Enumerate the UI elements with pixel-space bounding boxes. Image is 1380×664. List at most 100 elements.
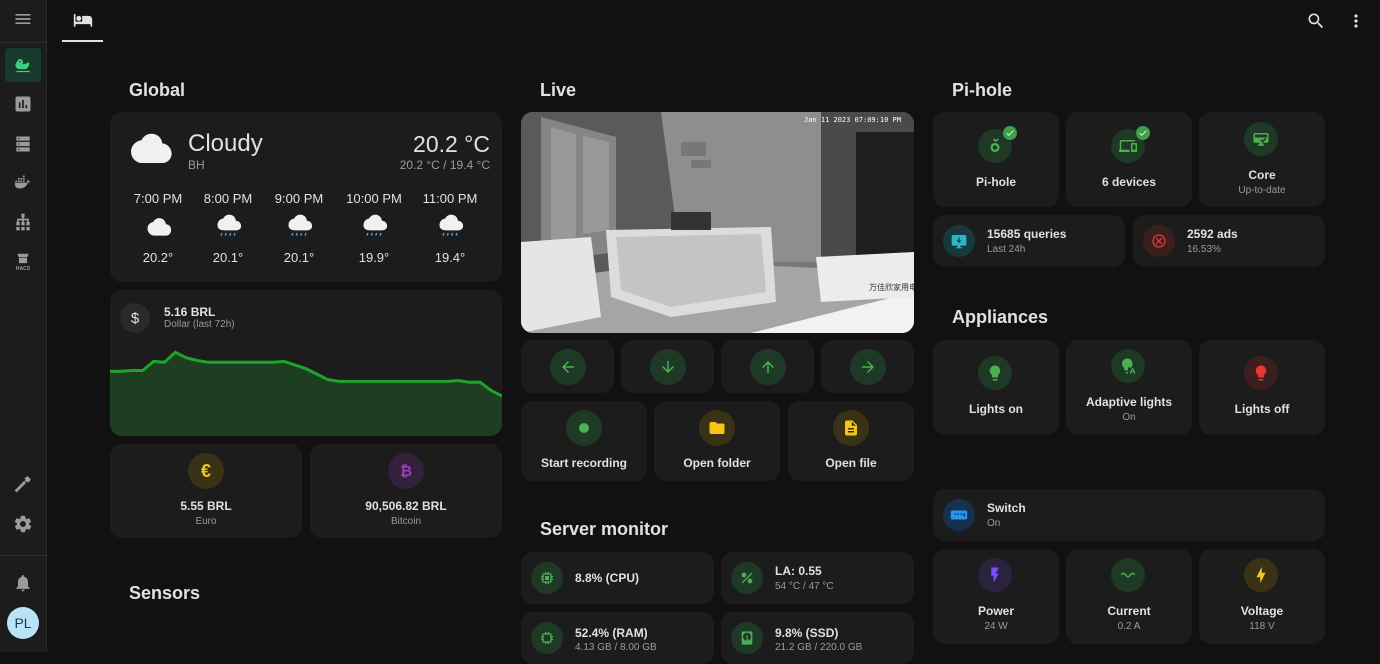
pihole-queries-row[interactable]: 15685 queries Last 24h	[933, 215, 1125, 267]
dollar-chart-area	[110, 352, 502, 436]
arrow-right-icon	[850, 349, 886, 385]
sidebar-item-hacs[interactable]: HACS	[5, 245, 41, 279]
switch-row[interactable]: Switch On	[933, 489, 1325, 541]
bitcoin-value: 90,506.82 BRL	[365, 499, 447, 513]
record-icon	[566, 410, 602, 446]
voltage-icon	[1244, 558, 1278, 592]
forecast-item: 9:00 PM 20.1°	[269, 191, 329, 265]
voltage-tile[interactable]: Voltage 118 V	[1199, 549, 1325, 644]
sidebar-item-dashboard[interactable]	[5, 48, 41, 82]
gear-icon	[14, 515, 32, 533]
avatar[interactable]: PL	[7, 607, 39, 639]
sidebar-divider	[0, 555, 46, 556]
camera-box-text: 万佳欣家用电	[869, 282, 914, 292]
forecast-temp: 19.4°	[434, 250, 466, 265]
dollar-chart	[110, 350, 502, 436]
check-icon	[1003, 126, 1017, 140]
forecast-time: 9:00 PM	[274, 191, 324, 206]
pihole-queries-label: 15685 queries	[987, 227, 1067, 241]
pan-left-button[interactable]	[521, 340, 614, 393]
pihole-ads-row[interactable]: 2592 ads 16.53%	[1133, 215, 1325, 267]
pihole-ads-sub: 16.53%	[1187, 244, 1221, 255]
tilt-down-button[interactable]	[621, 340, 714, 393]
sidebar-item-settings[interactable]	[5, 507, 41, 541]
bulb-off-icon	[1244, 356, 1278, 390]
start-recording-label: Start recording	[540, 456, 627, 470]
sidebar-item-server[interactable]	[5, 127, 41, 161]
more-button[interactable]	[1344, 9, 1368, 33]
euro-card[interactable]: € 5.55 BRL Euro	[110, 444, 302, 538]
pihole-core-tile[interactable]: Core Up-to-date	[1199, 112, 1325, 207]
power-value: 24 W	[984, 621, 1008, 632]
arrow-left-icon	[550, 349, 586, 385]
sidebar-divider	[0, 42, 46, 43]
bulb-on-icon	[978, 356, 1012, 390]
power-label: Power	[977, 604, 1014, 618]
ssd-row[interactable]: 9.8% (SSD) 21.2 GB / 220.0 GB	[721, 612, 914, 664]
switch-state: On	[987, 518, 1001, 529]
pihole-devices-tile[interactable]: 6 devices	[1066, 112, 1192, 207]
lights-on-button[interactable]: Lights on	[933, 340, 1059, 435]
forecast-temp: 20.1°	[212, 250, 244, 265]
memory-icon	[531, 622, 563, 654]
network-icon	[16, 213, 30, 231]
lights-off-button[interactable]: Lights off	[1199, 340, 1325, 435]
forecast-time: 7:00 PM	[133, 191, 183, 206]
cloud-icon	[131, 133, 172, 164]
adaptive-lights-label: Adaptive lights	[1085, 395, 1172, 409]
tab-bedroom[interactable]	[62, 0, 103, 42]
bitcoin-card[interactable]: ₿ 90,506.82 BRL Bitcoin	[310, 444, 502, 538]
menu-icon[interactable]	[5, 2, 41, 36]
euro-icon: €	[188, 453, 224, 489]
ram-row[interactable]: 52.4% (RAM) 4.13 GB / 8.00 GB	[521, 612, 714, 664]
section-title-global: Global	[129, 80, 186, 100]
section-title-live: Live	[540, 80, 577, 100]
sidebar-item-network[interactable]	[5, 205, 41, 239]
weather-location: BH	[188, 158, 205, 172]
pan-right-button[interactable]	[821, 340, 914, 393]
start-recording-button[interactable]: Start recording	[521, 401, 647, 481]
sidebar-item-developer[interactable]	[5, 467, 41, 501]
dollar-graph-card[interactable]: $ 5.16 BRL Dollar (last 72h)	[110, 290, 502, 436]
sidebar-item-history[interactable]	[5, 87, 41, 121]
forecast-item: 10:00 PM 19.9°	[344, 191, 404, 265]
cpu-label: 8.8% (CPU)	[575, 571, 640, 585]
flash-icon	[978, 558, 1012, 592]
forecast-item: 7:00 PM 20.2°	[128, 191, 188, 265]
euro-value: 5.55 BRL	[180, 499, 232, 513]
power-tile[interactable]: Power 24 W	[933, 549, 1059, 644]
camera-timestamp: Jan 11 2023 07:09:10 PM	[804, 116, 901, 124]
forecast-item: 11:00 PM 19.4°	[420, 191, 480, 265]
forecast-temp: 20.1°	[283, 250, 315, 265]
bed-icon	[73, 14, 92, 27]
load-average-row[interactable]: LA: 0.55 54 °C / 47 °C	[721, 552, 914, 604]
open-file-label: Open file	[825, 456, 877, 470]
forecast-time: 10:00 PM	[346, 191, 402, 206]
current-tile[interactable]: Current 0.2 A	[1066, 549, 1192, 644]
search-button[interactable]	[1304, 9, 1328, 33]
open-file-button[interactable]: Open file	[788, 401, 914, 481]
euro-label: Euro	[195, 516, 217, 527]
hammer-icon	[14, 476, 31, 493]
weather-card[interactable]: Cloudy BH 20.2 °C 20.2 °C / 19.4 °C 7:00…	[110, 112, 502, 282]
open-folder-button[interactable]: Open folder	[654, 401, 780, 481]
tilt-up-button[interactable]	[721, 340, 814, 393]
docker-icon	[14, 175, 32, 189]
ram-label: 52.4% (RAM)	[575, 626, 648, 640]
pihole-ads-label: 2592 ads	[1187, 227, 1238, 241]
section-title-appliances: Appliances	[952, 307, 1049, 327]
cpu-icon	[531, 562, 563, 594]
sidebar-item-docker[interactable]	[5, 166, 41, 200]
more-vert-icon	[1354, 14, 1358, 28]
camera-feed[interactable]: 万佳欣家用电 Jan 11 2023 07:09:10 PM	[521, 112, 914, 333]
sidebar-item-notifications[interactable]	[5, 566, 41, 600]
rain-icon	[439, 214, 464, 236]
percent-icon	[731, 562, 763, 594]
cpu-row[interactable]: 8.8% (CPU)	[521, 552, 714, 604]
ssd-label: 9.8% (SSD)	[775, 626, 839, 640]
adaptive-lights-button[interactable]: Adaptive lights On	[1066, 340, 1192, 435]
pihole-status-tile[interactable]: Pi-hole	[933, 112, 1059, 207]
pihole-status-label: Pi-hole	[975, 175, 1016, 189]
switch-icon	[943, 499, 975, 531]
ssd-sub: 21.2 GB / 220.0 GB	[775, 642, 863, 653]
